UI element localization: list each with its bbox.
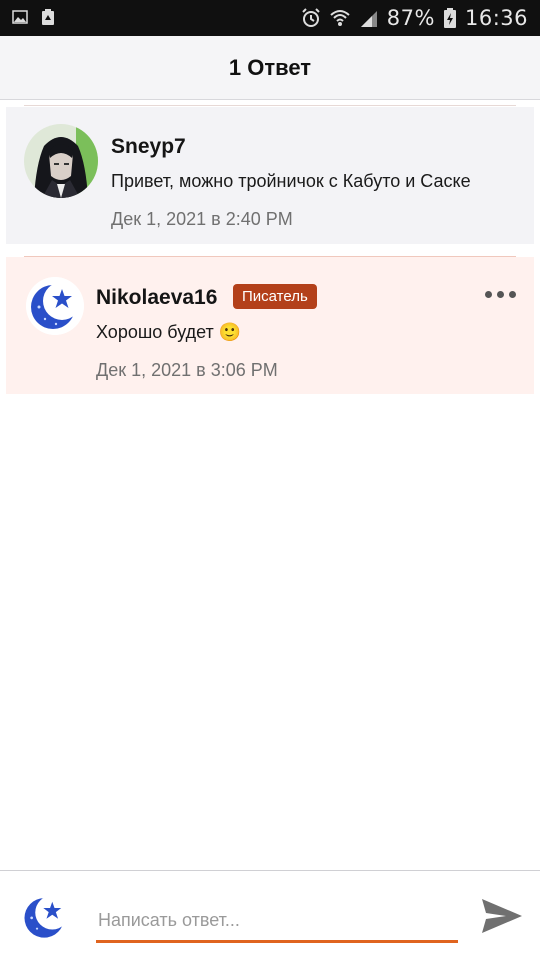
page-title: 1 Ответ: [228, 54, 312, 80]
wifi-icon: [330, 10, 350, 26]
comment-author[interactable]: Sneyp7: [111, 135, 186, 159]
moon-star-avatar-image: [20, 891, 72, 943]
send-icon[interactable]: [478, 895, 526, 937]
reply-input[interactable]: [96, 901, 458, 943]
signal-icon: [360, 11, 377, 27]
writer-badge: Писатель: [233, 284, 317, 309]
status-bar: 87% 16:36: [0, 0, 540, 36]
avatar[interactable]: [20, 891, 72, 943]
battery-percent: 87%: [386, 6, 435, 30]
anime-character-avatar-image: [24, 124, 98, 198]
alarm-icon: [302, 8, 320, 27]
battery-icon: [443, 8, 456, 28]
comment-text: Хорошо будет 🙂: [96, 322, 242, 342]
divider: [24, 105, 516, 106]
comment-item[interactable]: Sneyp7 Привет, можно тройничок с Кабуто …: [6, 107, 534, 244]
recycle-icon: [42, 9, 54, 25]
reply-bar: [0, 870, 540, 960]
comment-author[interactable]: Nikolaeva16: [96, 286, 217, 310]
moon-star-avatar-image: [26, 277, 84, 335]
header: 1 Ответ: [0, 36, 540, 100]
avatar[interactable]: [24, 124, 98, 198]
comment-date: Дек 1, 2021 в 3:06 PM: [96, 360, 278, 380]
comment-date: Дек 1, 2021 в 2:40 PM: [111, 209, 293, 229]
screen: 87% 16:36 1 Ответ Sneyp7 Привет, можно т…: [0, 0, 540, 960]
clock: 16:36: [464, 6, 528, 30]
comment-item[interactable]: Nikolaeva16 Писатель Хорошо будет 🙂 Дек …: [6, 257, 534, 394]
more-options-icon[interactable]: [485, 291, 516, 298]
image-icon: [12, 10, 28, 24]
avatar[interactable]: [26, 277, 84, 335]
comment-text: Привет, можно тройничок с Кабуто и Саске: [111, 171, 471, 191]
